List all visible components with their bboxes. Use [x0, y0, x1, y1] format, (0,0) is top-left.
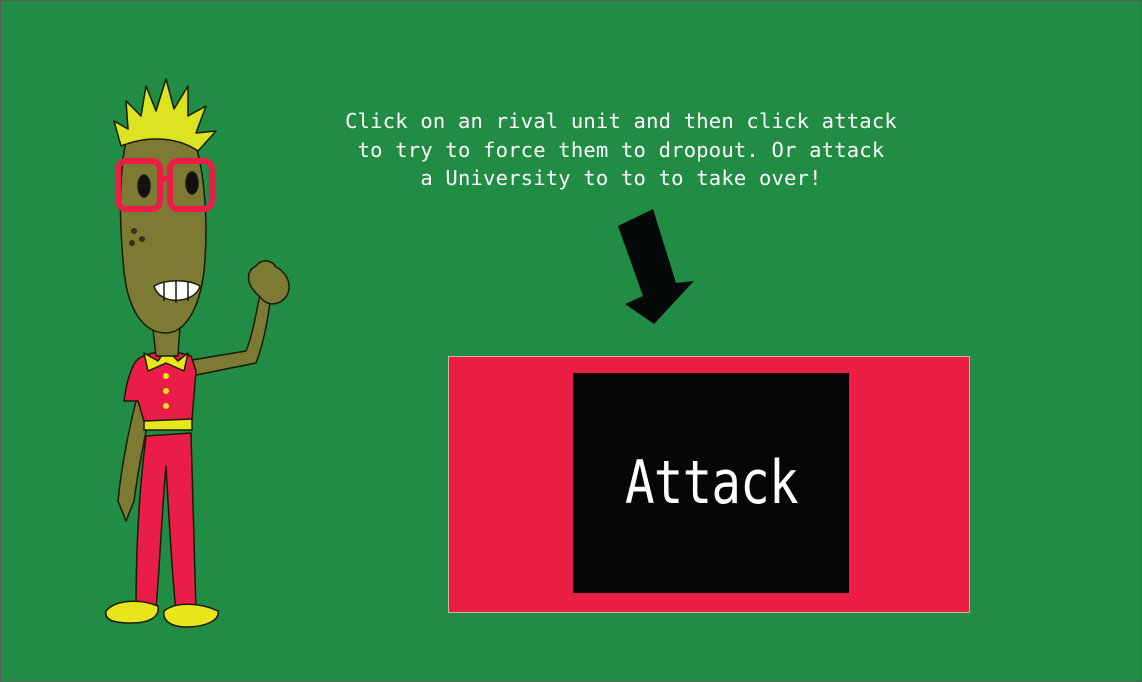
- nerd-mascot-icon: [105, 78, 290, 628]
- instruction-line: a University to to to take over!: [420, 166, 822, 190]
- instruction-line: Click on an rival unit and then click at…: [345, 109, 897, 133]
- attack-button-label: Attack: [624, 448, 799, 518]
- tutorial-instructions: Click on an rival unit and then click at…: [301, 107, 941, 193]
- down-arrow-icon: [618, 209, 694, 324]
- instruction-line: to try to force them to dropout. Or atta…: [357, 137, 885, 162]
- attack-panel: Attack: [448, 356, 970, 613]
- tutorial-screen: Click on an rival unit and then click at…: [0, 0, 1142, 682]
- attack-button[interactable]: Attack: [573, 373, 849, 593]
